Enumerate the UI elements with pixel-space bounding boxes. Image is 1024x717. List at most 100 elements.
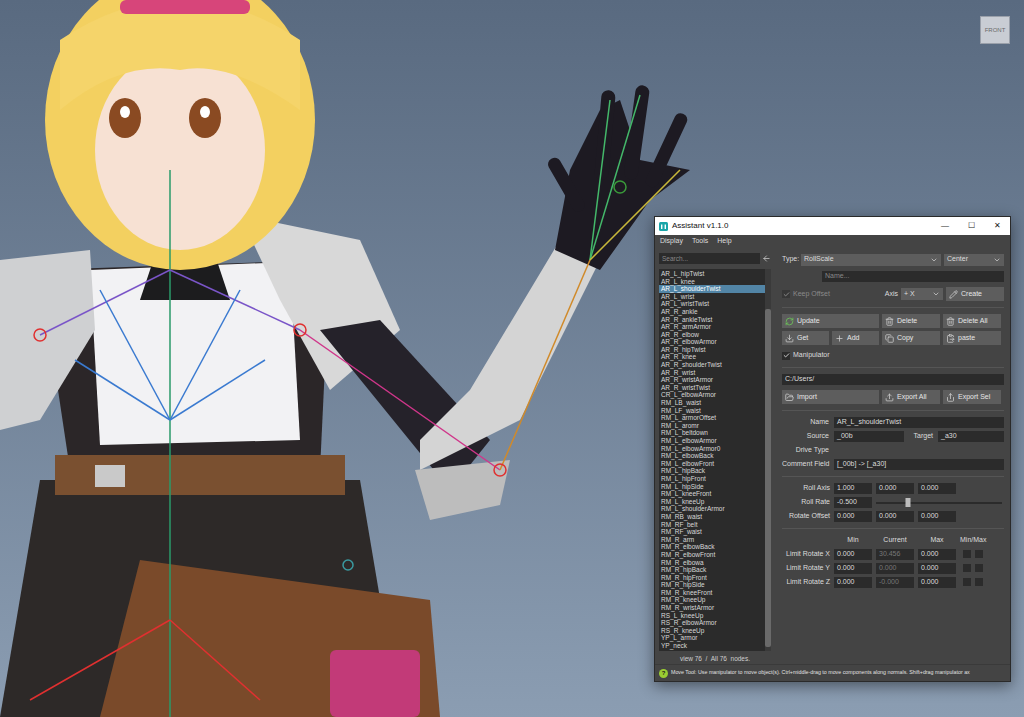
roll-value[interactable]: 0.000 [876, 483, 914, 494]
node-list-item[interactable]: RM_R_elbowa [659, 559, 765, 567]
limit-max[interactable]: 0.000 [918, 549, 956, 560]
limit-max[interactable]: 0.000 [918, 577, 956, 588]
limit-max[interactable]: 0.000 [918, 563, 956, 574]
side-dropdown[interactable]: Center [944, 254, 1004, 266]
limit-min[interactable]: 0.000 [834, 549, 872, 560]
node-list-item[interactable]: AR_L_hipTwist [659, 270, 765, 278]
window-control[interactable]: ☐ [958, 217, 984, 235]
node-list-item[interactable]: AR_R_ankle [659, 308, 765, 316]
node-list-item[interactable]: RM_L_hipSide [659, 483, 765, 491]
roll-value[interactable]: 0.000 [876, 511, 914, 522]
window-control[interactable]: ✕ [984, 217, 1010, 235]
node-list-item[interactable]: AR_R_knee [659, 353, 765, 361]
node-list-item[interactable]: AR_L_wrist [659, 293, 765, 301]
node-list-item[interactable]: RM_LB_waist [659, 399, 765, 407]
limit-min-checkbox[interactable] [963, 578, 971, 586]
node-list-item[interactable]: RS_L_kneeUp [659, 612, 765, 620]
limit-min[interactable]: 0.000 [834, 577, 872, 588]
limit-max-checkbox[interactable] [975, 578, 983, 586]
node-list-item[interactable]: RM_R_arm [659, 536, 765, 544]
node-list-item[interactable]: RM_L_elbowArmor [659, 437, 765, 445]
target-value[interactable]: _a30 [938, 431, 1004, 442]
node-list-item[interactable]: RM_L_elbowArmor0 [659, 445, 765, 453]
node-list-item[interactable]: RM_RF_waist [659, 528, 765, 536]
node-list-item[interactable]: AR_R_elbow [659, 331, 765, 339]
create-button[interactable]: Create [946, 287, 1004, 301]
node-list-item[interactable]: RM_L_elbowBack [659, 452, 765, 460]
node-list-item[interactable]: RS_R_elbowArmor [659, 619, 765, 627]
node-list-item[interactable]: AR_R_wristTwist [659, 384, 765, 392]
menu-item[interactable]: Help [717, 236, 731, 247]
type-dropdown[interactable]: RollScale [801, 254, 941, 266]
node-list-item[interactable]: RM_L_hipBack [659, 467, 765, 475]
source-value[interactable]: _00b [834, 431, 904, 442]
roll-value[interactable]: 0.000 [918, 483, 956, 494]
name-input[interactable]: Name... [822, 271, 1004, 282]
action-button[interactable]: Copy [882, 331, 940, 345]
node-list-item[interactable]: RM_RB_waist [659, 513, 765, 521]
node-list-item[interactable]: RM_R_hipBack [659, 566, 765, 574]
node-list-item[interactable]: AR_L_wristTwist [659, 300, 765, 308]
node-list-item[interactable]: RM_L_kneeFront [659, 490, 765, 498]
node-list-item[interactable]: RM_R_elbowBack [659, 543, 765, 551]
node-list-item[interactable]: RM_R_hipFront [659, 574, 765, 582]
node-list-item[interactable]: AR_R_elbowArmor [659, 338, 765, 346]
node-list-item[interactable]: AR_R_hipTwist [659, 346, 765, 354]
view-cube[interactable]: FRONT [980, 16, 1010, 44]
keep-offset-checkbox[interactable] [782, 290, 790, 298]
search-field[interactable]: Search... [659, 253, 760, 264]
node-list-item[interactable]: RM_RF_belt [659, 521, 765, 529]
node-list-item[interactable]: RM_L_aromr [659, 422, 765, 430]
comment-value[interactable]: [_00b] -> [_a30] [834, 459, 1004, 470]
node-list-item[interactable]: AR_R_wristArmor [659, 376, 765, 384]
node-list-item[interactable]: RM_L_hipFront [659, 475, 765, 483]
roll-value[interactable]: 0.000 [834, 511, 872, 522]
node-list-item[interactable]: RM_R_wristArmor [659, 604, 765, 612]
limit-min-checkbox[interactable] [963, 564, 971, 572]
delete-all-button[interactable]: Delete All [943, 314, 1001, 328]
io-button[interactable]: Export Sel [943, 390, 1001, 404]
menu-item[interactable]: Display [660, 236, 683, 247]
node-list-item[interactable]: RM_R_kneeUp [659, 596, 765, 604]
limit-current[interactable]: 30.456 [876, 549, 914, 560]
menu-item[interactable]: Tools [692, 236, 708, 247]
update-button[interactable]: Update [782, 314, 879, 328]
node-list-item[interactable]: RM_L_elbowFront [659, 460, 765, 468]
roll-value[interactable]: 1.000 [834, 483, 872, 494]
limit-current[interactable]: -0.000 [876, 577, 914, 588]
node-list-item[interactable]: RS_R_kneeUp [659, 627, 765, 635]
roll-value[interactable]: 0.000 [918, 511, 956, 522]
action-button[interactable]: Get [782, 331, 829, 345]
name-value[interactable]: AR_L_shoulderTwist [834, 417, 1004, 428]
io-button[interactable]: Export All [882, 390, 940, 404]
action-button[interactable]: paste [943, 331, 1001, 345]
node-list-item[interactable]: RM_LF_waist [659, 407, 765, 415]
scrollbar[interactable] [765, 269, 771, 651]
manipulator-checkbox[interactable] [782, 352, 790, 360]
path-field[interactable]: C:/Users/ [782, 374, 1004, 385]
limit-min-checkbox[interactable] [963, 550, 971, 558]
node-list-item[interactable]: AR_R_wrist [659, 369, 765, 377]
back-arrow-icon[interactable] [762, 254, 771, 263]
io-button[interactable]: Import [782, 390, 879, 404]
limit-min[interactable]: 0.000 [834, 563, 872, 574]
node-list-item[interactable]: RM_L_shoulderArmor [659, 505, 765, 513]
roll-rate-value[interactable]: -0.500 [834, 497, 872, 508]
action-button[interactable]: Add [832, 331, 879, 345]
node-list-item[interactable]: RM_R_kneeFront [659, 589, 765, 597]
node-list-item[interactable]: RM_R_elbowFront [659, 551, 765, 559]
node-list-item[interactable]: RM_L_kneeUp [659, 498, 765, 506]
node-list-item[interactable]: CR_L_elbowArmor [659, 391, 765, 399]
node-list-item[interactable]: AR_L_shoulderTwist [659, 285, 765, 293]
node-list-item[interactable]: RM_L_beltdown [659, 429, 765, 437]
node-list-item[interactable]: RM_R_hipSide [659, 581, 765, 589]
node-list-item[interactable]: RM_L_armorOffset [659, 414, 765, 422]
slider-thumb[interactable] [905, 498, 910, 507]
window-control[interactable]: — [932, 217, 958, 235]
delete-button[interactable]: Delete [882, 314, 940, 328]
node-list-item[interactable]: AR_R_ankleTwist [659, 316, 765, 324]
node-list-item[interactable]: AR_R_armArmor [659, 323, 765, 331]
node-list-item[interactable]: YP_L_armor [659, 634, 765, 642]
limit-current[interactable]: 0.000 [876, 563, 914, 574]
axis-dropdown[interactable]: + X [901, 288, 943, 300]
